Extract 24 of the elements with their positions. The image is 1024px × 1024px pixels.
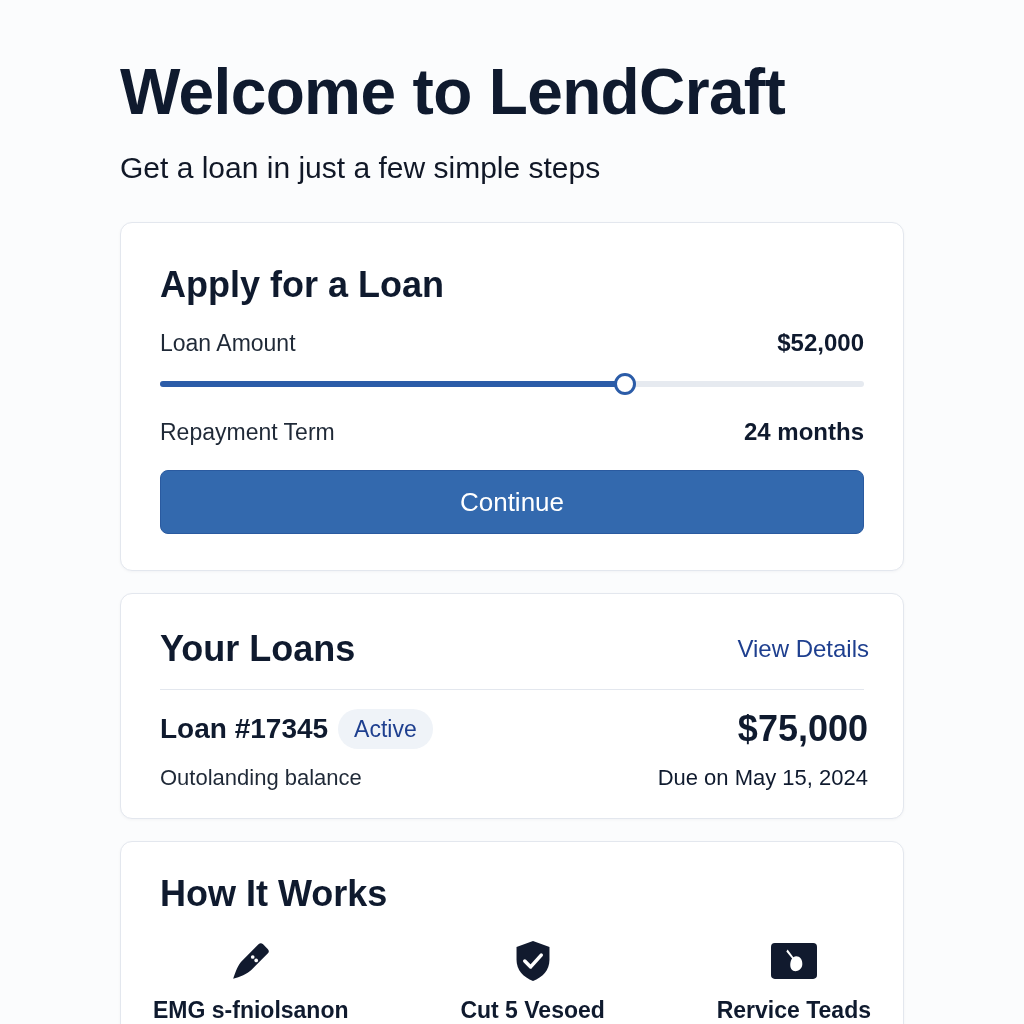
field-label: Loan Amount [160,328,296,358]
tile-drop-icon [770,943,817,979]
loan-amount: $75,000 [737,707,868,751]
view-details-link[interactable]: View Details [737,631,869,667]
amount-slider[interactable] [160,373,864,395]
page-title: Welcome to LendCraft [120,56,786,128]
card-title: Your Loans [160,627,356,671]
shield-check-icon [515,941,550,981]
card-title: Apply for a Loan [160,263,444,307]
slider-thumb[interactable] [613,373,636,395]
balance-label: Outolanding balance [160,763,362,792]
field-label: Repayment Term [160,417,335,447]
due-date: Due on May 15, 2024 [657,763,868,792]
step-label: Cut 5 Vesoed [460,996,605,1024]
page-subtitle: Get a loan in just a few simple steps [120,150,601,186]
loan-number: Loan #17345 [160,712,329,746]
field-value: 24 months [743,417,864,447]
field-value: $52,000 [777,328,864,358]
status-badge: Active [338,709,433,749]
card-title: How It Works [160,872,388,916]
continue-button[interactable]: Continue [160,470,864,534]
step-label: Rervice Teads [716,996,871,1024]
step-label: EMG s-fniolsanon [153,996,349,1024]
pen-icon [231,942,270,980]
